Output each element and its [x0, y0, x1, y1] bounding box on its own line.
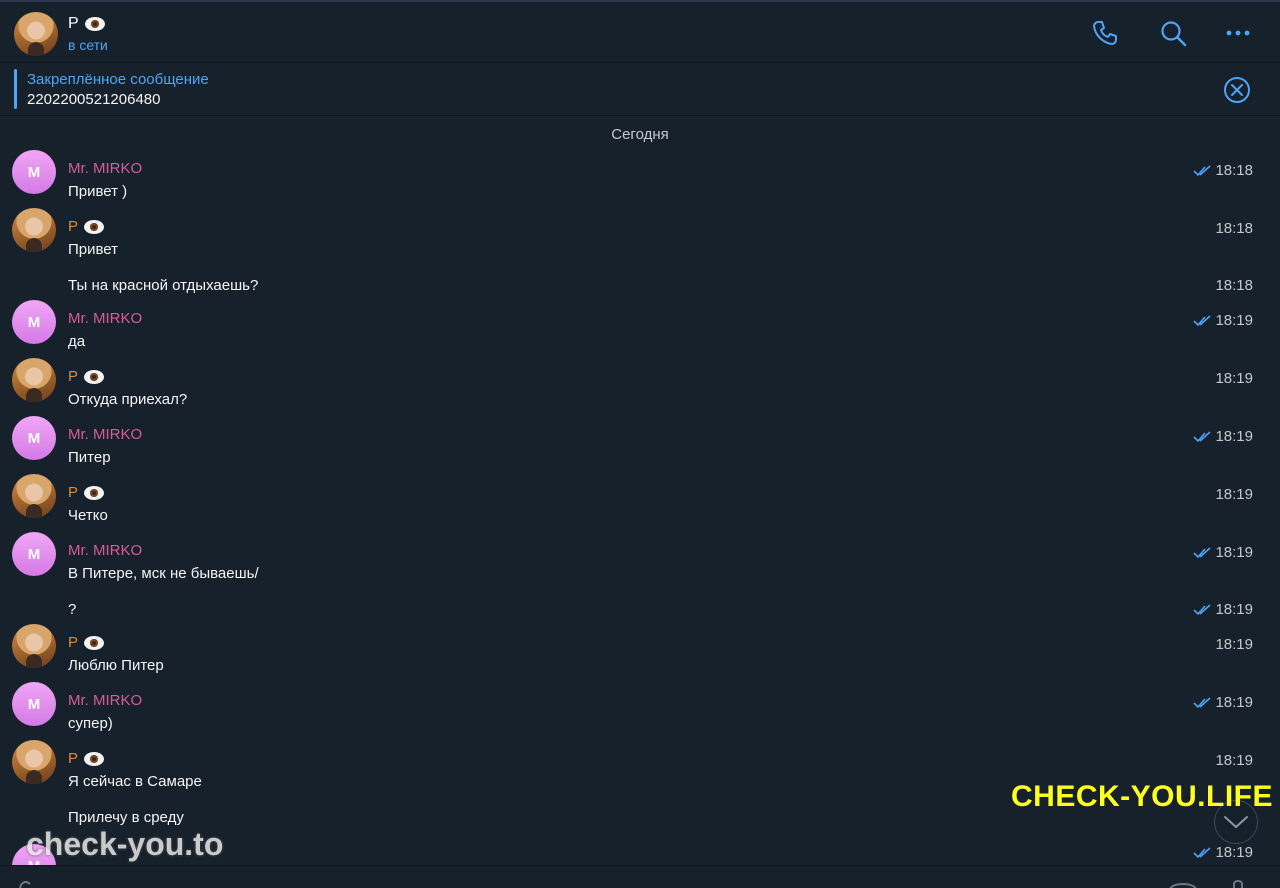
- double-check-icon: [1193, 314, 1211, 326]
- contact-name: P: [68, 15, 79, 32]
- pinned-title: Закреплённое сообщение: [27, 71, 209, 88]
- date-separator: Сегодня: [611, 126, 669, 143]
- message-time: 18:19: [1215, 486, 1253, 503]
- sender-name[interactable]: Mr. MIRKO: [68, 692, 142, 709]
- double-check-icon: [1193, 546, 1211, 558]
- double-check-icon: [1193, 430, 1211, 442]
- message-text: Питер: [68, 449, 111, 466]
- sender-name-row[interactable]: P: [68, 750, 105, 767]
- sender-avatar[interactable]: M: [12, 416, 56, 460]
- message-meta: 18:19: [1193, 544, 1253, 561]
- message-meta: 18:19: [1193, 844, 1253, 861]
- eye-emoji-icon: [84, 635, 105, 650]
- double-check-icon: [1193, 164, 1211, 176]
- message-text: В Питере, мск не бываешь/: [68, 565, 259, 582]
- message-time: 18:19: [1215, 370, 1253, 387]
- message-meta: 18:19: [1193, 428, 1253, 445]
- contact-status: в сети: [68, 37, 108, 53]
- message-meta: 18:19: [1193, 601, 1253, 618]
- microphone-icon[interactable]: [1228, 878, 1248, 888]
- message-time: 18:18: [1215, 220, 1253, 237]
- sender-avatar[interactable]: M: [12, 532, 56, 576]
- message-time: 18:19: [1215, 752, 1253, 769]
- sender-avatar[interactable]: [12, 474, 56, 518]
- message-meta: 18:19: [1193, 694, 1253, 711]
- sender-name: P: [68, 750, 79, 767]
- message-meta: 18:19: [1193, 312, 1253, 329]
- eye-emoji-icon: [84, 219, 105, 234]
- sender-name-row[interactable]: P: [68, 368, 105, 385]
- message-time: 18:19: [1215, 428, 1253, 445]
- sender-name: P: [68, 218, 79, 235]
- more-icon[interactable]: [1224, 18, 1254, 48]
- eye-emoji-icon: [84, 369, 105, 384]
- sender-name: P: [68, 368, 79, 385]
- emoji-icon[interactable]: [1168, 878, 1198, 888]
- chevron-down-icon: [1224, 816, 1248, 828]
- eye-emoji-icon: [84, 751, 105, 766]
- message-time: 18:19: [1215, 544, 1253, 561]
- watermark-right: CHECK-YOU.LIFE: [1011, 780, 1273, 813]
- contact-name-row[interactable]: P: [68, 15, 105, 33]
- message-meta: 18:19: [1215, 486, 1253, 503]
- sender-avatar[interactable]: [12, 740, 56, 784]
- sender-name[interactable]: Mr. MIRKO: [68, 160, 142, 177]
- sender-name-row[interactable]: P: [68, 484, 105, 501]
- message-time: 18:19: [1215, 694, 1253, 711]
- message-meta: 18:19: [1215, 370, 1253, 387]
- message-text: Люблю Питер: [68, 657, 164, 674]
- sender-name: P: [68, 484, 79, 501]
- sender-avatar[interactable]: M: [12, 150, 56, 194]
- sender-avatar[interactable]: [12, 624, 56, 668]
- sender-name[interactable]: Mr. MIRKO: [68, 310, 142, 327]
- pinned-message-bar[interactable]: Закреплённое сообщение 2202200521206480: [0, 63, 1280, 116]
- attach-icon[interactable]: [16, 878, 40, 888]
- sender-avatar[interactable]: [12, 208, 56, 252]
- sender-name[interactable]: Mr. MIRKO: [68, 542, 142, 559]
- close-pinned-icon[interactable]: [1222, 75, 1252, 105]
- sender-name-row[interactable]: P: [68, 634, 105, 651]
- double-check-icon: [1193, 603, 1211, 615]
- double-check-icon: [1193, 846, 1211, 858]
- eye-emoji-icon: [84, 17, 105, 31]
- message-time: 18:18: [1215, 162, 1253, 179]
- phone-icon[interactable]: [1090, 18, 1120, 48]
- message-meta: 18:18: [1193, 162, 1253, 179]
- message-meta: 18:18: [1215, 277, 1253, 294]
- search-icon[interactable]: [1158, 18, 1188, 48]
- message-input-bar[interactable]: [0, 865, 1280, 888]
- eye-emoji-icon: [84, 485, 105, 500]
- message-text: Привет ): [68, 183, 128, 200]
- message-time: 18:19: [1215, 844, 1253, 861]
- double-check-icon: [1193, 696, 1211, 708]
- message-time: 18:19: [1215, 312, 1253, 329]
- message-time: 18:19: [1215, 636, 1253, 653]
- pinned-text: 2202200521206480: [27, 91, 161, 108]
- message-text: Привет: [68, 241, 119, 258]
- message-text: Четко: [68, 507, 108, 524]
- message-text: супер): [68, 715, 113, 732]
- watermark-left: check-you.to: [26, 826, 224, 862]
- chat-header: P в сети: [0, 2, 1280, 63]
- sender-name-row[interactable]: P: [68, 218, 105, 235]
- sender-avatar[interactable]: M: [12, 300, 56, 344]
- sender-avatar[interactable]: M: [12, 682, 56, 726]
- message-text: да: [68, 333, 86, 350]
- message-time: 18:19: [1215, 601, 1253, 618]
- sender-avatar[interactable]: [12, 358, 56, 402]
- message-text: Прилечу в среду: [68, 809, 184, 826]
- message-meta: 18:19: [1215, 752, 1253, 769]
- message-text: Откуда приехал?: [68, 391, 188, 408]
- message-meta: 18:18: [1215, 220, 1253, 237]
- message-text: ?: [68, 601, 77, 618]
- message-text: Ты на красной отдыхаешь?: [68, 277, 259, 294]
- message-meta: 18:19: [1215, 636, 1253, 653]
- message-text: Я сейчас в Самаре: [68, 773, 202, 790]
- message-time: 18:18: [1215, 277, 1253, 294]
- sender-name: P: [68, 634, 79, 651]
- pinned-accent-bar: [14, 69, 17, 109]
- sender-name[interactable]: Mr. MIRKO: [68, 426, 142, 443]
- contact-avatar[interactable]: [14, 12, 58, 56]
